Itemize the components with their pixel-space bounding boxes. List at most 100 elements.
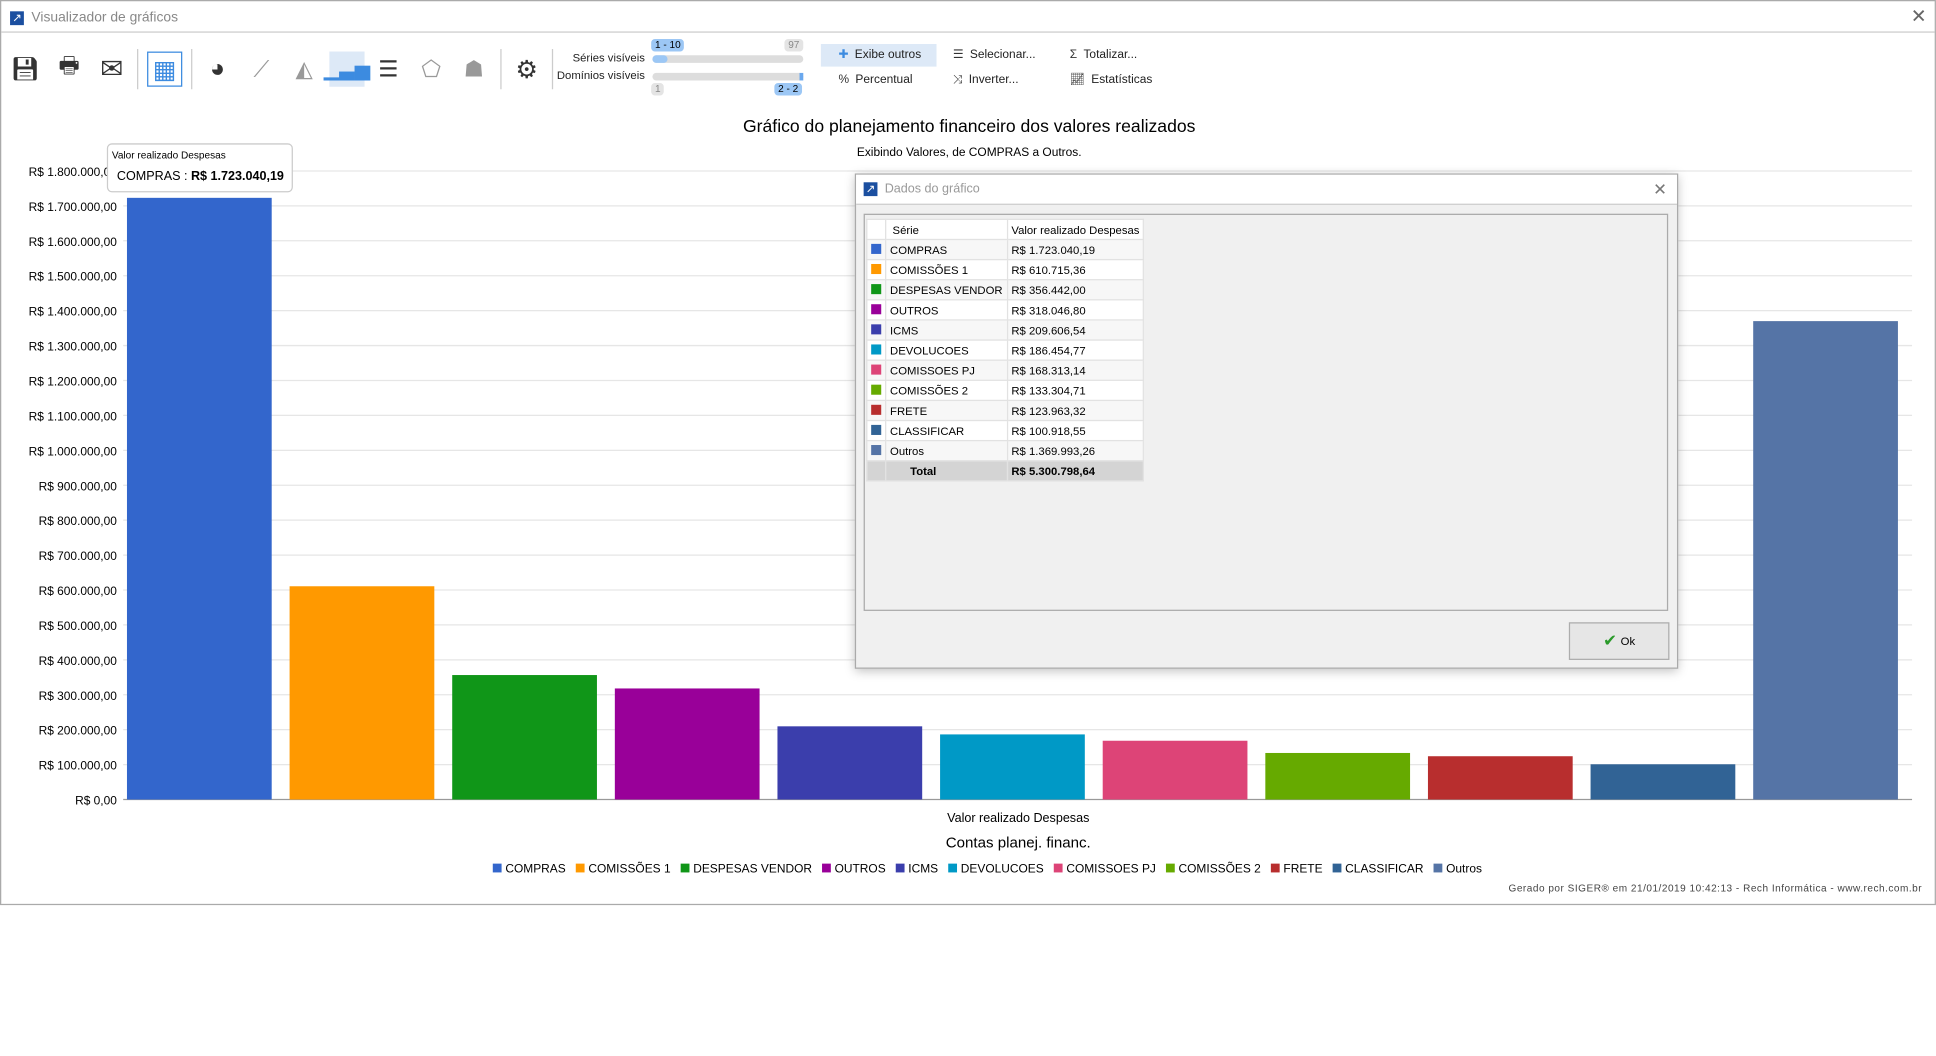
- series-value: R$ 1.369.993,26: [1006, 439, 1145, 462]
- tooltip-separator: :: [183, 169, 188, 184]
- close-icon[interactable]: ✕: [1653, 175, 1667, 205]
- domain-label: Contas planej. financ.: [946, 834, 1091, 851]
- tooltip-title: Valor realizado Despesas: [111, 149, 226, 161]
- legend-swatch: [1053, 863, 1063, 873]
- bar-outros[interactable]: [614, 688, 760, 800]
- series-color-swatch: [871, 303, 882, 314]
- dialog-title-bar: ↗ Dados do gráfico ✕: [856, 174, 1677, 205]
- y-tick-label: R$ 1.800.000,00: [29, 165, 118, 179]
- bar-frete[interactable]: [1427, 756, 1573, 800]
- legend-item[interactable]: CLASSIFICAR: [1345, 861, 1424, 875]
- table-row[interactable]: FRETE R$ 123.963,32: [866, 399, 1145, 422]
- table-row[interactable]: ICMS R$ 209.606,54: [866, 319, 1145, 341]
- series-value: R$ 100.918,55: [1006, 419, 1145, 442]
- y-tick-label: R$ 0,00: [75, 794, 117, 808]
- tooltip-series: COMPRAS: [116, 169, 181, 184]
- legend-item[interactable]: COMISSÕES 1: [588, 860, 671, 875]
- tooltip-value: R$ 1.723.040,19: [190, 169, 284, 184]
- bar-devolucoes[interactable]: [940, 734, 1085, 800]
- bar-comiss-es-2[interactable]: [1265, 752, 1411, 800]
- total-row: Total R$ 5.300.798,64: [866, 460, 1145, 482]
- series-value: R$ 610.715,36: [1006, 258, 1145, 281]
- series-name: Outros: [885, 439, 1008, 462]
- col-header-valor[interactable]: Valor realizado Despesas: [1006, 218, 1145, 241]
- series-name: ICMS: [885, 319, 1008, 341]
- y-tick-label: R$ 700.000,00: [39, 549, 118, 563]
- legend-swatch: [492, 863, 502, 873]
- series-value: R$ 168.313,14: [1006, 359, 1145, 381]
- table-row[interactable]: Outros R$ 1.369.993,26: [866, 439, 1145, 462]
- table-row[interactable]: COMISSOES PJ R$ 168.313,14: [866, 359, 1145, 381]
- series-name: DESPESAS VENDOR: [885, 279, 1008, 301]
- series-name: COMISSÕES 2: [885, 379, 1008, 402]
- ok-button[interactable]: ✔ Ok: [1568, 622, 1670, 660]
- table-row[interactable]: COMPRAS R$ 1.723.040,19: [866, 238, 1145, 261]
- series-value: R$ 1.723.040,19: [1006, 238, 1145, 261]
- series-value: R$ 123.963,32: [1006, 399, 1145, 422]
- y-tick-label: R$ 200.000,00: [39, 724, 118, 738]
- series-color-swatch: [871, 283, 882, 294]
- table-row[interactable]: OUTROS R$ 318.046,80: [866, 299, 1145, 321]
- legend-item[interactable]: OUTROS: [835, 861, 886, 875]
- legend-item[interactable]: DEVOLUCOES: [961, 861, 1044, 875]
- table-row[interactable]: DESPESAS VENDOR R$ 356.442,00: [866, 279, 1145, 301]
- legend-item[interactable]: FRETE: [1283, 861, 1322, 875]
- bar-outros[interactable]: [1753, 321, 1898, 800]
- chart-tooltip: Valor realizado Despesas COMPRAS : R$ 1.…: [106, 143, 293, 193]
- series-value: R$ 318.046,80: [1006, 299, 1145, 321]
- footer-credit: Gerado por SIGER® em 21/01/2019 10:42:13…: [1509, 883, 1923, 894]
- series-color-swatch: [871, 444, 882, 455]
- y-tick-label: R$ 1.700.000,00: [29, 200, 118, 214]
- series-value: R$ 133.304,71: [1006, 379, 1145, 402]
- series-color-swatch: [871, 424, 882, 435]
- bar-despesas-vendor[interactable]: [452, 675, 597, 800]
- check-icon: ✔: [1603, 631, 1617, 650]
- app-icon: ↗: [863, 182, 878, 197]
- y-tick-label: R$ 1.300.000,00: [29, 340, 118, 354]
- table-row[interactable]: DEVOLUCOES R$ 186.454,77: [866, 339, 1145, 361]
- series-color-swatch: [871, 243, 882, 254]
- bar-comissoes-pj[interactable]: [1102, 740, 1248, 800]
- y-tick-label: R$ 600.000,00: [39, 584, 118, 598]
- bar-classificar[interactable]: [1590, 764, 1736, 800]
- bar-comiss-es-1[interactable]: [289, 586, 435, 800]
- table-row[interactable]: COMISSÕES 2 R$ 133.304,71: [866, 379, 1145, 402]
- series-color-swatch: [871, 363, 882, 374]
- y-tick-label: R$ 900.000,00: [39, 479, 118, 493]
- legend-swatch: [575, 863, 585, 873]
- series-color-swatch: [871, 343, 882, 354]
- bar-icms[interactable]: [777, 726, 923, 800]
- y-tick-label: R$ 800.000,00: [39, 514, 118, 528]
- series-name: COMISSOES PJ: [885, 359, 1008, 381]
- data-table-panel: Série Valor realizado Despesas COMPRAS R$ …: [863, 213, 1669, 611]
- series-color-swatch: [871, 404, 882, 415]
- table-row[interactable]: COMISSÕES 1 R$ 610.715,36: [866, 258, 1145, 281]
- legend-swatch: [1165, 863, 1175, 873]
- legend-swatch: [1332, 863, 1342, 873]
- legend-swatch: [948, 863, 958, 873]
- legend-swatch: [680, 863, 690, 873]
- y-tick-label: R$ 400.000,00: [39, 654, 118, 668]
- table-row[interactable]: CLASSIFICAR R$ 100.918,55: [866, 419, 1145, 442]
- bar-compras[interactable]: [126, 197, 272, 800]
- chart-viewer-window: ↗ Visualizador de gráficos ✕ 💾︎ 🖶 ✉ ▦ ◕ …: [0, 0, 1936, 906]
- y-tick-label: R$ 100.000,00: [39, 759, 118, 773]
- legend-item[interactable]: Outros: [1446, 861, 1482, 875]
- legend-item[interactable]: COMISSÕES 2: [1179, 860, 1262, 875]
- legend-swatch: [822, 863, 831, 873]
- series-value: R$ 356.442,00: [1006, 279, 1145, 301]
- series-color-swatch: [871, 263, 882, 274]
- legend-item[interactable]: ICMS: [908, 861, 938, 875]
- chart-subtitle: Exibindo Valores, de COMPRAS a Outros.: [857, 145, 1082, 159]
- y-tick-label: R$ 1.000.000,00: [29, 444, 118, 458]
- legend-item[interactable]: DESPESAS VENDOR: [693, 861, 812, 875]
- y-tick-label: R$ 1.200.000,00: [29, 375, 118, 389]
- legend-swatch: [1433, 863, 1443, 873]
- col-header-serie[interactable]: Série: [885, 218, 1008, 241]
- x-axis-label: Valor realizado Despesas: [947, 811, 1089, 825]
- legend-item[interactable]: COMISSOES PJ: [1066, 861, 1156, 875]
- series-value: R$ 209.606,54: [1006, 319, 1145, 341]
- y-tick-label: R$ 1.100.000,00: [29, 409, 118, 423]
- legend-item[interactable]: COMPRAS: [505, 861, 565, 875]
- y-tick-label: R$ 1.600.000,00: [29, 235, 118, 249]
